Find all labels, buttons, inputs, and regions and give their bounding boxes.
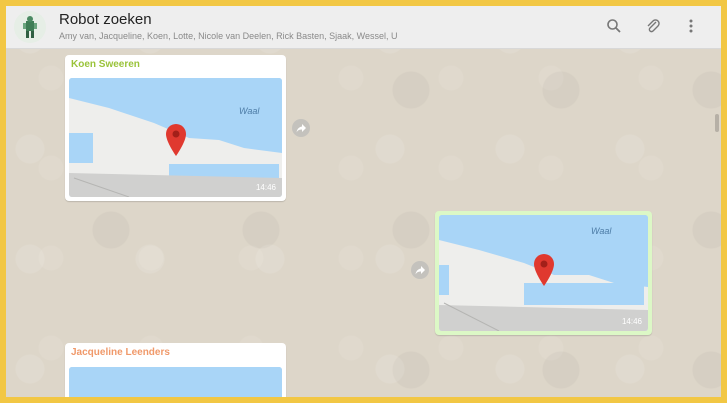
- sender-name[interactable]: Jacqueline Leenders: [71, 347, 170, 358]
- message-bubble[interactable]: Jacqueline Leenders: [65, 343, 286, 397]
- location-map[interactable]: Waal 14:46: [69, 78, 282, 197]
- sender-name[interactable]: Koen Sweeren: [71, 59, 140, 70]
- message-bubble-outgoing[interactable]: Waal 14:46: [435, 211, 652, 335]
- map-water-label: Waal: [239, 106, 260, 116]
- chat-window: Robot zoeken Amy van, Jacqueline, Koen, …: [6, 6, 721, 397]
- forward-icon[interactable]: [292, 119, 310, 137]
- message-bubble[interactable]: Koen Sweeren Waal 14:46: [65, 55, 286, 201]
- scrollbar-thumb[interactable]: [715, 114, 719, 132]
- message-time: 14:46: [621, 317, 642, 326]
- chat-header[interactable]: Robot zoeken Amy van, Jacqueline, Koen, …: [6, 6, 721, 49]
- location-map[interactable]: Waal 14:46: [439, 215, 648, 331]
- map-water-label: Waal: [591, 226, 612, 236]
- participants-list: Amy van, Jacqueline, Koen, Lotte, Nicole…: [59, 31, 398, 41]
- location-map[interactable]: [69, 367, 282, 397]
- search-icon[interactable]: [604, 16, 624, 36]
- more-vert-icon[interactable]: [681, 16, 701, 36]
- forward-icon[interactable]: [411, 261, 429, 279]
- attach-icon[interactable]: [643, 16, 663, 36]
- group-avatar[interactable]: [14, 11, 46, 43]
- chat-title[interactable]: Robot zoeken: [59, 11, 152, 28]
- message-time: 14:46: [255, 183, 276, 192]
